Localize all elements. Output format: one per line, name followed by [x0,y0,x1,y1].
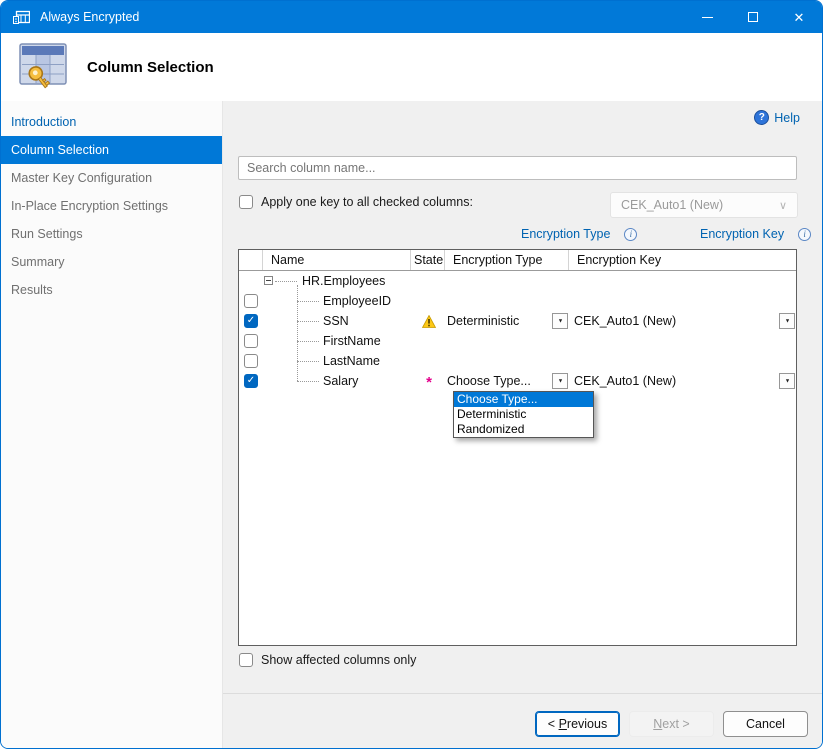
column-selection-panel: ? Help Apply one key to all checked colu… [223,101,822,748]
encryption-type-info-icon[interactable]: i [624,228,637,241]
salary-checkbox[interactable] [244,374,258,388]
page-title: Column Selection [87,59,214,76]
columns-grid: Name State Encryption Type Encryption Ke… [238,249,797,646]
encryption-type-link[interactable]: Encryption Type [521,227,610,241]
maximize-button[interactable] [730,1,776,33]
minimize-icon [702,17,713,18]
dropdown-option-deterministic[interactable]: Deterministic [454,407,593,422]
table-row-lastname: LastName [239,351,796,371]
column-name: Salary [323,374,358,388]
table-row-salary: Salary * Choose Type... CEK_Auto1 (New) [239,371,796,391]
minimize-button[interactable] [684,1,730,33]
ssn-encryption-key-value: CEK_Auto1 (New) [574,314,676,328]
table-row-ssn: SSN Deterministic CEK_Auto1 (New) [239,311,796,331]
title-bar: Always Encrypted ✕ [1,1,822,33]
table-key-icon [15,37,71,98]
footer-divider [223,693,822,694]
grid-header-row: Name State Encryption Type Encryption Ke… [239,250,796,271]
help-link[interactable]: ? Help [754,110,800,125]
firstname-checkbox[interactable] [244,334,258,348]
salary-encryption-key-value: CEK_Auto1 (New) [574,374,676,388]
header-state: State [411,250,445,270]
ssn-encryption-key-dropdown-button[interactable] [779,313,795,329]
close-icon: ✕ [794,11,805,24]
search-input[interactable] [238,156,797,180]
wizard-steps-sidebar: Introduction Column Selection Master Key… [1,101,223,748]
column-name: EmployeeID [323,294,391,308]
sidebar-item-run-settings: Run Settings [1,220,222,248]
encryption-key-info-icon[interactable]: i [798,228,811,241]
collapse-expander-icon[interactable] [264,276,273,285]
ssn-checkbox[interactable] [244,314,258,328]
apply-one-key-checkbox[interactable] [239,195,253,209]
header-encryption-type: Encryption Type [445,250,569,270]
required-asterisk-icon: * [421,374,437,388]
sidebar-item-results: Results [1,276,222,304]
help-icon: ? [754,110,769,125]
salary-encryption-key-dropdown-button[interactable] [779,373,795,389]
sidebar-item-master-key-configuration: Master Key Configuration [1,164,222,192]
employeeid-checkbox[interactable] [244,294,258,308]
warning-icon [421,314,437,328]
cek-key-combobox: CEK_Auto1 (New) ∨ [610,192,798,218]
dropdown-option-choose-type[interactable]: Choose Type... [454,392,593,407]
salary-encryption-type-dropdown-button[interactable] [552,373,568,389]
group-label: HR.Employees [302,274,385,288]
cancel-button[interactable]: Cancel [723,711,808,737]
lastname-checkbox[interactable] [244,354,258,368]
header-name: Name [263,250,411,270]
sidebar-item-summary: Summary [1,248,222,276]
next-button: Next > [629,711,714,737]
column-name: FirstName [323,334,381,348]
show-affected-columns-checkbox[interactable] [239,653,253,667]
window-title: Always Encrypted [40,10,139,24]
sidebar-item-introduction[interactable]: Introduction [1,108,222,136]
column-name: SSN [323,314,349,328]
header-checkbox-column [239,250,263,270]
cek-key-value: CEK_Auto1 (New) [621,198,723,212]
dropdown-option-randomized[interactable]: Randomized [454,422,593,437]
encryption-key-link[interactable]: Encryption Key [700,227,784,241]
close-button[interactable]: ✕ [776,1,822,33]
table-row-employeeid: EmployeeID [239,291,796,311]
sidebar-item-column-selection[interactable]: Column Selection [1,136,222,164]
table-row-firstname: FirstName [239,331,796,351]
salary-encryption-type-value: Choose Type... [447,374,531,388]
wizard-header: Column Selection [1,33,822,101]
sidebar-item-in-place-encryption-settings: In-Place Encryption Settings [1,192,222,220]
previous-button[interactable]: < Previous [535,711,620,737]
app-icon [13,10,30,25]
apply-one-key-label: Apply one key to all checked columns: [261,195,473,209]
ssn-encryption-type-value: Deterministic [447,314,519,328]
help-label: Help [774,111,800,125]
chevron-down-icon: ∨ [779,199,787,212]
header-encryption-key: Encryption Key [569,250,796,270]
table-row-group: HR.Employees [239,271,796,291]
encryption-type-dropdown-list: Choose Type... Deterministic Randomized [453,391,594,438]
ssn-encryption-type-dropdown-button[interactable] [552,313,568,329]
show-affected-columns-label: Show affected columns only [261,653,416,667]
always-encrypted-wizard-window: Always Encrypted ✕ [0,0,823,749]
column-name: LastName [323,354,380,368]
maximize-icon [748,12,758,22]
